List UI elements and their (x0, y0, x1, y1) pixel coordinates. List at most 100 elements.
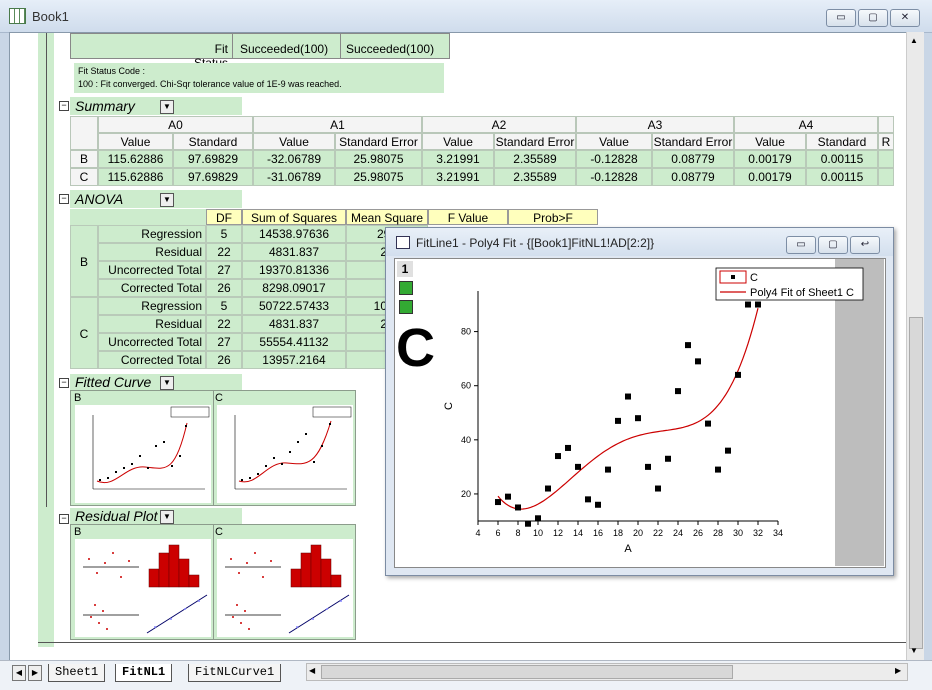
anova-collapse-icon[interactable]: − (59, 194, 69, 204)
summary-collapse-icon[interactable]: − (59, 101, 69, 111)
data-point (645, 463, 651, 470)
minimize-button[interactable]: ▭ (826, 9, 856, 27)
anova-df: 27 (206, 261, 242, 279)
anova-col-header: Mean Square (346, 209, 428, 225)
fit-curve (497, 308, 759, 510)
anova-row-name: Uncorrected Total (98, 261, 206, 279)
residual-plot-b-thumbnail (75, 539, 211, 637)
tab-sheet1[interactable]: Sheet1 (48, 664, 106, 682)
summary-cell: 3.21991 (422, 168, 494, 186)
anova-row-name: Residual (98, 315, 206, 333)
summary-cell: 115.62886 (98, 150, 173, 168)
x-tick-label: 32 (753, 528, 763, 538)
data-point (605, 466, 611, 473)
fitted-curve-panel: B C (70, 390, 356, 506)
residual-plot-c-label: C (215, 526, 223, 538)
summary-sub-header: Standard Error (494, 133, 576, 150)
fit-status-row: Fit Status Succeeded(100) Succeeded(100) (70, 33, 450, 70)
anova-col-header: F Value (428, 209, 508, 225)
anova-row-name: Uncorrected Total (98, 333, 206, 351)
anova-df: 27 (206, 333, 242, 351)
summary-cell: 115.62886 (98, 168, 173, 186)
anova-header-blank (70, 209, 206, 225)
maximize-button[interactable]: ▢ (858, 9, 888, 27)
residual-plot-title: Residual Plot (75, 508, 158, 524)
anova-df: 22 (206, 315, 242, 333)
anova-row-name: Corrected Total (98, 351, 206, 369)
y-tick-label: 80 (461, 327, 471, 337)
x-tick-label: 12 (553, 528, 563, 538)
data-point (635, 415, 641, 422)
data-point (745, 301, 751, 308)
summary-title: Summary (75, 98, 135, 114)
summary-extra-header: R (878, 133, 894, 150)
summary-cell: -0.12828 (576, 150, 652, 168)
data-point (625, 393, 631, 400)
tab-fitnlcurve1[interactable]: FitNLCurve1 (188, 664, 282, 682)
summary-param-header: A0 (98, 116, 253, 133)
tab-prev-icon[interactable]: ◀ (12, 665, 26, 681)
fit-status-b: Succeeded(100) (240, 42, 329, 56)
tree-line (46, 33, 47, 507)
anova-df: 26 (206, 279, 242, 297)
x-tick-label: 20 (633, 528, 643, 538)
tab-next-icon[interactable]: ▶ (28, 665, 42, 681)
residual-plot-collapse-icon[interactable]: − (59, 514, 69, 524)
data-point (575, 463, 581, 470)
residual-plot-dropdown-icon[interactable]: ▼ (160, 510, 174, 524)
x-tick-label: 18 (613, 528, 623, 538)
anova-dropdown-icon[interactable]: ▼ (160, 193, 174, 207)
fit-status-code-text: 100 : Fit converged. Chi-Sqr tolerance v… (78, 79, 342, 89)
scroll-up-icon[interactable]: ▲ (910, 36, 918, 45)
workbook-icon (9, 8, 26, 24)
anova-ss: 55554.41132 (242, 333, 346, 351)
summary-sub-header: Value (253, 133, 335, 150)
sheet-bottom-line (38, 642, 907, 643)
vertical-scrollbar[interactable]: ▲ ▼ (906, 32, 924, 660)
summary-param-header: A4 (734, 116, 878, 133)
close-button[interactable]: ✕ (890, 9, 920, 27)
x-tick-label: 6 (495, 528, 500, 538)
anova-df: 26 (206, 351, 242, 369)
horizontal-scrollbar[interactable]: ◀ ▶ (306, 663, 908, 681)
summary-sub-header: Value (734, 133, 806, 150)
summary-cell: 25.98075 (335, 150, 422, 168)
summary-extra-cell (878, 168, 894, 186)
data-point (715, 466, 721, 473)
anova-ss: 19370.81336 (242, 261, 346, 279)
summary-sub-header: Standard Error (335, 133, 422, 150)
fit-graph-window[interactable]: FitLine1 - Poly4 Fit - {[Book1]FitNL1!AD… (385, 227, 894, 576)
residual-plot-panel: B C (70, 524, 356, 640)
summary-corner (70, 116, 98, 150)
fitted-curve-c-thumbnail (217, 405, 353, 503)
summary-cell: 2.35589 (494, 168, 576, 186)
summary-row-label: C (70, 168, 98, 186)
tab-fitnl1[interactable]: FitNL1 (115, 664, 173, 682)
scroll-down-icon[interactable]: ▼ (910, 646, 918, 655)
fitted-curve-dropdown-icon[interactable]: ▼ (160, 376, 174, 390)
data-point (495, 499, 501, 506)
summary-param-header: A1 (253, 116, 422, 133)
horizontal-scroll-thumb[interactable] (321, 665, 733, 679)
fitted-curve-collapse-icon[interactable]: − (59, 378, 69, 388)
x-tick-label: 16 (593, 528, 603, 538)
summary-cell: 2.35589 (494, 150, 576, 168)
anova-row-name: Corrected Total (98, 279, 206, 297)
anova-df: 5 (206, 225, 242, 243)
summary-row-label: B (70, 150, 98, 168)
vertical-scroll-thumb[interactable] (909, 317, 923, 649)
x-tick-label: 22 (653, 528, 663, 538)
y-axis-title: C (443, 402, 455, 410)
data-point (615, 417, 621, 424)
x-tick-label: 34 (773, 528, 783, 538)
x-tick-label: 24 (673, 528, 683, 538)
summary-dropdown-icon[interactable]: ▼ (160, 100, 174, 114)
summary-table: BCA0ValueStandard Error115.6288697.69829… (70, 116, 906, 188)
scroll-left-icon[interactable]: ◀ (309, 666, 315, 675)
data-point (515, 504, 521, 511)
anova-row-name: Regression (98, 297, 206, 315)
y-tick-label: 20 (461, 489, 471, 499)
fit-status-code-title: Fit Status Code : (78, 66, 146, 76)
poly-fit-chart: 4 6 8 10 12 14 16 18 20 22 24 26 28 30 32 3420406080AC … (443, 267, 864, 555)
scroll-right-icon[interactable]: ▶ (895, 666, 901, 675)
